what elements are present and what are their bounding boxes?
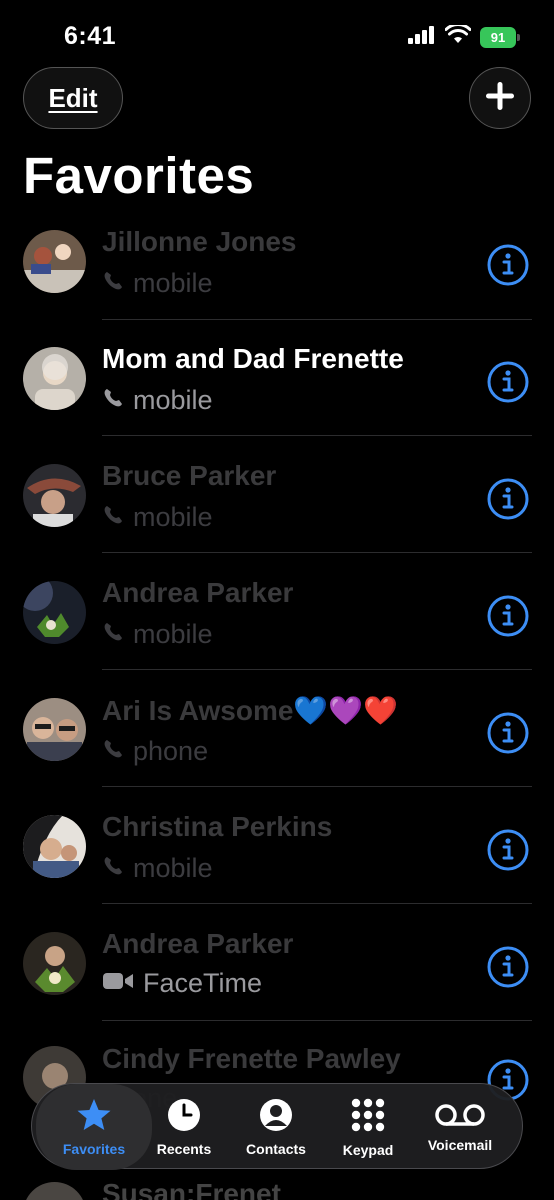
video-camera-icon	[102, 968, 134, 999]
favorite-row[interactable]: Mom and Dad Frenette mobile	[0, 317, 554, 436]
page-title: Favorites	[23, 147, 255, 204]
contact-type: phone	[102, 736, 208, 767]
contact-type-label: phone	[133, 736, 209, 766]
tab-label: Keypad	[342, 1141, 394, 1158]
info-button[interactable]	[487, 712, 529, 754]
phone-icon	[102, 736, 124, 767]
contact-type: mobile	[102, 853, 213, 884]
battery-level: 91	[490, 29, 506, 45]
avatar	[23, 347, 86, 410]
favorite-row[interactable]: Andrea Parker FaceTime	[0, 902, 554, 1021]
contact-name: Mom and Dad Frenette	[102, 343, 404, 374]
contact-type-label: FaceTime	[143, 968, 263, 998]
tab-recents[interactable]: Recents	[152, 1084, 216, 1170]
contact-type: mobile	[102, 502, 213, 533]
person-circle-icon	[259, 1098, 293, 1135]
avatar	[23, 464, 86, 527]
avatar	[23, 815, 86, 878]
phone-icon	[102, 853, 124, 884]
tab-bar: Favorites Recents Contacts Keypad Voicem…	[31, 1083, 523, 1170]
avatar	[23, 932, 86, 995]
edit-button[interactable]: Edit	[23, 67, 123, 129]
tab-label: Voicemail	[427, 1136, 493, 1153]
contact-type: mobile	[102, 385, 213, 416]
contact-type-label: mobile	[133, 385, 213, 415]
status-time: 6:41	[64, 22, 117, 50]
keypad-grid-icon	[350, 1097, 386, 1136]
contact-name: Christina Perkins	[102, 811, 333, 842]
star-icon	[76, 1098, 112, 1135]
clock-icon	[167, 1098, 201, 1135]
info-button[interactable]	[487, 595, 529, 637]
contact-type: mobile	[102, 619, 213, 650]
contact-name: Bruce Parker	[102, 460, 277, 491]
info-button[interactable]	[487, 946, 529, 988]
contact-name: Andrea Parker	[102, 577, 294, 608]
favorite-row[interactable]: Christina Perkins mobile	[0, 785, 554, 904]
contact-name: Ari Is Awsome💙💜❤️	[102, 695, 398, 726]
contact-name: Cindy Frenette Pawley	[102, 1043, 401, 1074]
contact-type: mobile	[102, 268, 213, 299]
plus-icon	[484, 80, 516, 117]
phone-icon	[102, 502, 124, 533]
battery-icon: 91	[480, 26, 520, 48]
info-button[interactable]	[487, 244, 529, 286]
status-icons: 91	[408, 23, 520, 49]
phone-icon	[102, 619, 124, 650]
cellular-signal-icon	[408, 25, 436, 49]
avatar	[23, 581, 86, 644]
contact-type-label: mobile	[133, 268, 213, 298]
tab-voicemail[interactable]: Voicemail	[420, 1084, 500, 1170]
favorite-row-partial[interactable]: Susan:Frenet	[0, 1172, 554, 1200]
contact-type: FaceTime	[102, 968, 262, 999]
contact-name: Susan:Frenet	[102, 1178, 281, 1200]
wifi-icon	[444, 23, 472, 49]
tab-label: Favorites	[62, 1140, 126, 1157]
contact-type-label: mobile	[133, 502, 213, 532]
favorite-row[interactable]: Bruce Parker mobile	[0, 434, 554, 553]
contact-name: Andrea Parker	[102, 928, 294, 959]
voicemail-icon	[434, 1102, 486, 1131]
avatar	[23, 230, 86, 293]
info-button[interactable]	[487, 478, 529, 520]
phone-icon	[102, 385, 124, 416]
tab-keypad[interactable]: Keypad	[332, 1084, 404, 1170]
favorite-row[interactable]: Andrea Parker mobile	[0, 551, 554, 670]
contact-name: Jillonne Jones	[102, 226, 297, 257]
favorite-row[interactable]: Jillonne Jones mobile	[0, 200, 554, 320]
avatar	[23, 1182, 86, 1200]
favorite-row[interactable]: Ari Is Awsome💙💜❤️ phone	[0, 668, 554, 787]
tab-label: Contacts	[246, 1140, 306, 1157]
phone-icon	[102, 268, 124, 299]
tab-favorites[interactable]: Favorites	[36, 1084, 152, 1170]
contact-type-label: mobile	[133, 853, 213, 883]
tab-contacts[interactable]: Contacts	[236, 1084, 316, 1170]
contact-type-label: mobile	[133, 619, 213, 649]
info-button[interactable]	[487, 829, 529, 871]
tab-label: Recents	[156, 1140, 212, 1157]
add-favorite-button[interactable]	[469, 67, 531, 129]
avatar	[23, 698, 86, 761]
status-bar: 6:41 91	[0, 0, 554, 70]
info-button[interactable]	[487, 361, 529, 403]
